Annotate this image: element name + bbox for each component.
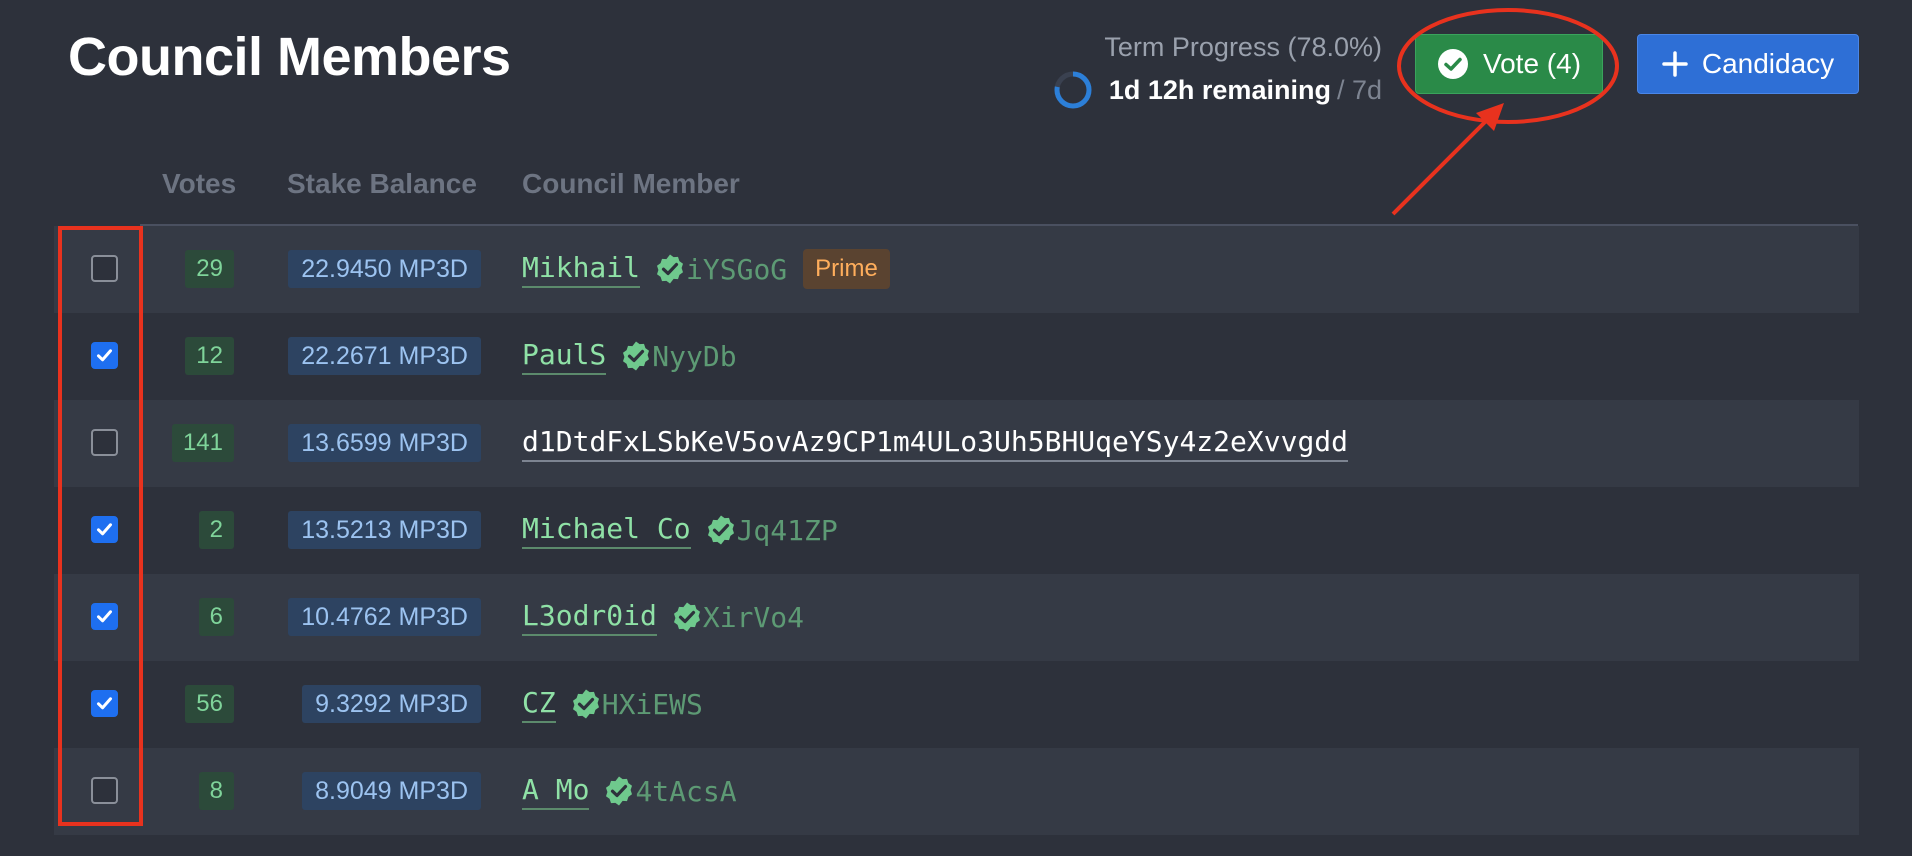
- votes-count: 8: [198, 772, 234, 810]
- member-address: XirVo4: [702, 600, 805, 634]
- council-members-table: 29 22.9450 MP3D Mikhail iYSGoG Prime 12 22.267…: [54, 226, 1859, 835]
- council-member: A Mo 4tAcsA: [522, 768, 737, 814]
- row-select-checkbox[interactable]: [91, 342, 118, 369]
- row-select-checkbox[interactable]: [91, 255, 118, 282]
- verified-check-icon: [570, 688, 602, 720]
- votes-count: 2: [198, 511, 234, 549]
- member-name-link[interactable]: L3odr0id: [522, 599, 657, 636]
- votes-count: 6: [198, 598, 234, 636]
- stake-balance: 10.4762 MP3D: [288, 598, 481, 636]
- vote-button[interactable]: Vote (4): [1415, 34, 1603, 94]
- votes-count: 56: [185, 685, 234, 723]
- member-address: HXiEWS: [601, 687, 703, 721]
- page-title: Council Members: [68, 27, 511, 87]
- candidacy-button-label: Candidacy: [1701, 48, 1835, 79]
- column-header-votes[interactable]: Votes: [162, 168, 236, 200]
- verified-check-icon: [705, 514, 737, 546]
- member-name-link[interactable]: CZ: [522, 686, 556, 723]
- table-row: 8 8.9049 MP3D A Mo 4tAcsA: [54, 748, 1859, 835]
- votes-count: 29: [185, 250, 234, 288]
- check-circle-icon: [1437, 49, 1468, 79]
- table-row: 6 10.4762 MP3D L3odr0id XirVo4: [54, 574, 1859, 661]
- term-total: / 7d: [1336, 74, 1382, 105]
- council-member: PaulS NyyDb: [522, 333, 737, 379]
- candidacy-button[interactable]: Candidacy: [1637, 34, 1859, 94]
- member-name-link[interactable]: Mikhail: [522, 251, 641, 288]
- verified-check-icon: [620, 340, 652, 372]
- council-member: CZ HXiEWS: [522, 681, 703, 727]
- checkmark-icon: [97, 610, 112, 623]
- member-address: iYSGoG: [686, 252, 788, 286]
- votes-count: 141: [171, 424, 234, 462]
- verified-check-icon: [654, 253, 686, 285]
- row-select-checkbox[interactable]: [91, 516, 118, 543]
- table-row: 141 13.6599 MP3D d1DtdFxLSbKeV5ovAz9CP1m4U…: [54, 400, 1859, 487]
- votes-count: 12: [185, 337, 234, 375]
- verified-check-icon: [603, 775, 635, 807]
- council-member: L3odr0id XirVo4: [522, 594, 804, 640]
- stake-balance: 22.9450 MP3D: [288, 250, 481, 288]
- row-select-checkbox[interactable]: [91, 690, 118, 717]
- stake-balance: 22.2671 MP3D: [288, 337, 481, 375]
- member-name-link[interactable]: Michael Co: [522, 512, 691, 549]
- checkmark-icon: [97, 349, 112, 362]
- table-row: 29 22.9450 MP3D Mikhail iYSGoG Prime: [54, 226, 1859, 313]
- plus-icon: [1662, 51, 1688, 77]
- checkmark-icon: [97, 523, 112, 536]
- stake-balance: 13.5213 MP3D: [288, 511, 481, 549]
- row-select-checkbox[interactable]: [91, 777, 118, 804]
- council-member: Mikhail iYSGoG Prime: [522, 246, 890, 292]
- table-row: 56 9.3292 MP3D CZ HXiEWS: [54, 661, 1859, 748]
- member-address: NyyDb: [652, 339, 737, 373]
- checkmark-icon: [97, 697, 112, 710]
- row-select-checkbox[interactable]: [91, 603, 118, 630]
- stake-balance: 13.6599 MP3D: [288, 424, 481, 462]
- table-row: 2 13.5213 MP3D Michael Co Jq41ZP: [54, 487, 1859, 574]
- term-progress: Term Progress (78.0%) 1d 12h remaining /…: [1053, 30, 1382, 110]
- table-row: 12 22.2671 MP3D PaulS NyyDb: [54, 313, 1859, 400]
- member-name-link[interactable]: PaulS: [522, 338, 607, 375]
- verified-check-icon: [671, 601, 703, 633]
- column-header-stake-balance[interactable]: Stake Balance: [287, 168, 477, 200]
- table-header: Votes Stake Balance Council Member: [140, 162, 1858, 226]
- column-header-council-member[interactable]: Council Member: [522, 168, 740, 200]
- vote-button-label: Vote (4): [1482, 48, 1582, 79]
- member-address: 4tAcsA: [635, 774, 737, 808]
- council-member: d1DtdFxLSbKeV5ovAz9CP1m4ULo3Uh5BHUqeYSy4…: [522, 420, 1349, 466]
- term-progress-ring-icon: [1054, 71, 1092, 109]
- member-name-link[interactable]: A Mo: [522, 773, 590, 810]
- annotation-arrow-head: [1476, 103, 1504, 131]
- term-progress-label: Term Progress (78.0%): [1104, 32, 1382, 62]
- member-name-link[interactable]: d1DtdFxLSbKeV5ovAz9CP1m4ULo3Uh5BHUqeYSy4…: [522, 425, 1349, 462]
- member-address: Jq41ZP: [736, 513, 838, 547]
- time-remaining: 1d 12h remaining: [1108, 74, 1331, 105]
- prime-badge: Prime: [803, 249, 890, 289]
- stake-balance: 9.3292 MP3D: [302, 685, 481, 723]
- row-select-checkbox[interactable]: [91, 429, 118, 456]
- council-member: Michael Co Jq41ZP: [522, 507, 838, 553]
- stake-balance: 8.9049 MP3D: [302, 772, 481, 810]
